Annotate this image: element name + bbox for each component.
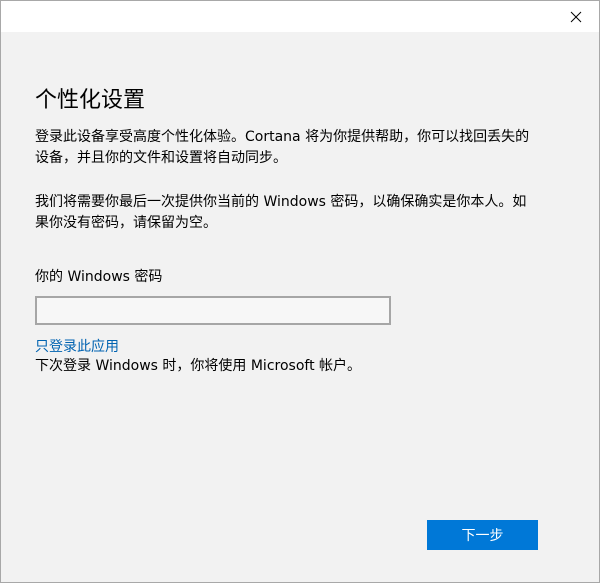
page-title: 个性化设置 bbox=[35, 88, 146, 113]
next-button[interactable]: 下一步 bbox=[427, 520, 538, 550]
sign-in-app-only-link[interactable]: 只登录此应用 bbox=[35, 336, 119, 356]
title-bar bbox=[1, 1, 599, 32]
intro-text: 登录此设备享受高度个性化体验。Cortana 将为你提供帮助，你可以找回丢失的设… bbox=[35, 129, 530, 166]
password-instructions: 我们将需要你最后一次提供你当前的 Windows 密码，以确保确实是你本人。如果… bbox=[35, 194, 527, 231]
dialog-window: 个性化设置 登录此设备享受高度个性化体验。Cortana 将为你提供帮助，你可以… bbox=[0, 0, 600, 583]
password-label: 你的 Windows 密码 bbox=[35, 269, 163, 285]
microsoft-account-hint: 下次登录 Windows 时，你将使用 Microsoft 帐户。 bbox=[35, 358, 362, 374]
close-icon bbox=[570, 11, 582, 22]
close-button[interactable] bbox=[553, 1, 599, 32]
password-input[interactable] bbox=[35, 296, 391, 325]
